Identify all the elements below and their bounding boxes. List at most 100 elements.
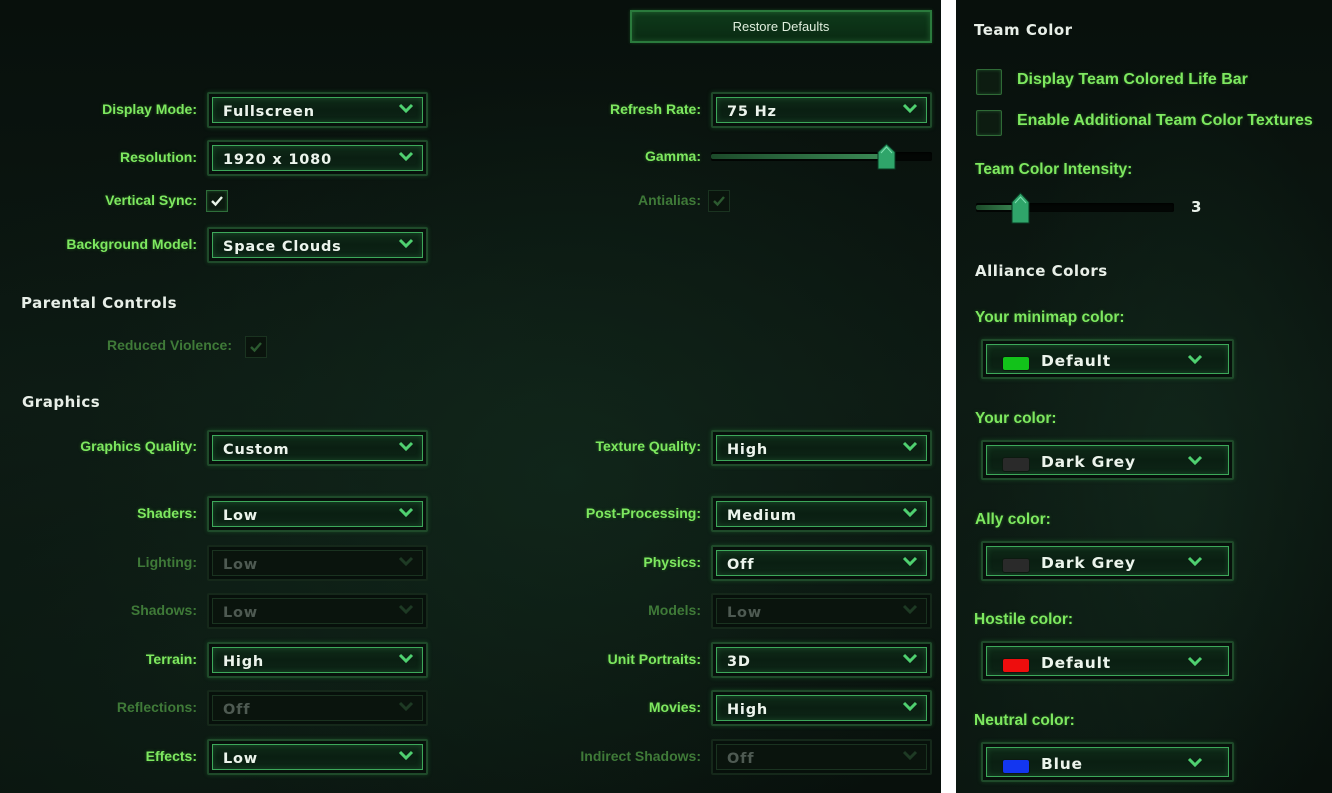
your-color-dropdown[interactable]: Dark Grey — [981, 440, 1234, 480]
team-color-intensity-track[interactable] — [976, 203, 1174, 212]
shadows-value: Low — [223, 605, 258, 621]
unit-portraits-dropdown[interactable]: 3D — [711, 642, 932, 678]
resolution-dropdown[interactable]: 1920 x 1080 — [207, 140, 428, 176]
reflections-dropdown: Off — [207, 690, 428, 726]
models-value: Low — [727, 605, 762, 621]
refresh-rate-label: Refresh Rate: — [609, 101, 701, 117]
reflections-value: Off — [223, 702, 251, 718]
restore-defaults-button[interactable]: Restore Defaults — [630, 10, 932, 43]
team-color-intensity-thumb[interactable] — [1011, 192, 1030, 224]
color-swatch — [1002, 759, 1030, 774]
graphics-quality-value: Custom — [223, 442, 290, 458]
shaders-dropdown[interactable]: Low — [207, 496, 428, 532]
team-color-textures-label: Enable Additional Team Color Textures — [1017, 112, 1313, 129]
refresh-rate-dropdown[interactable]: 75 Hz — [711, 92, 932, 128]
shadows-label: Shadows: — [130, 602, 197, 618]
chevron-down-icon — [902, 103, 918, 114]
post-processing-value: Medium — [727, 508, 797, 524]
indirect-shadows-value: Off — [727, 751, 755, 767]
background-model-dropdown[interactable]: Space Clouds — [207, 227, 428, 263]
gamma-slider-thumb[interactable] — [877, 143, 896, 170]
lighting-value: Low — [223, 557, 258, 573]
unit-portraits-label: Unit Portraits: — [607, 651, 701, 667]
chevron-down-icon — [398, 103, 414, 114]
post-processing-label: Post-Processing: — [585, 505, 701, 521]
display-mode-label: Display Mode: — [102, 101, 197, 117]
ally-color-value: Dark Grey — [1041, 554, 1136, 572]
texture-quality-dropdown[interactable]: High — [711, 430, 932, 466]
reduced-violence-checkbox — [245, 336, 267, 358]
graphics-heading: Graphics — [22, 393, 101, 411]
physics-value: Off — [727, 557, 755, 573]
team-colored-life-bar-label: Display Team Colored Life Bar — [1017, 71, 1248, 88]
chevron-down-icon — [398, 507, 414, 518]
shadows-dropdown: Low — [207, 593, 428, 629]
post-processing-dropdown[interactable]: Medium — [711, 496, 932, 532]
hostile-color-label: Hostile color: — [974, 611, 1074, 628]
team-color-intensity-value: 3 — [1191, 198, 1202, 216]
reflections-label: Reflections: — [116, 699, 197, 715]
minimap-color-value: Default — [1041, 352, 1111, 370]
minimap-color-dropdown[interactable]: Default — [981, 339, 1234, 379]
chevron-down-icon — [398, 701, 414, 712]
resolution-label: Resolution: — [120, 149, 197, 165]
chevron-down-icon — [398, 238, 414, 249]
chevron-down-icon — [902, 604, 918, 615]
indirect-shadows-label: Indirect Shadows: — [580, 748, 701, 764]
chevron-down-icon — [398, 441, 414, 452]
chevron-down-icon — [902, 653, 918, 664]
shaders-value: Low — [223, 508, 258, 524]
reduced-violence-label: Reduced Violence: — [106, 337, 232, 353]
unit-portraits-value: 3D — [727, 654, 751, 670]
chevron-down-icon — [1187, 354, 1203, 365]
color-swatch — [1002, 558, 1030, 573]
display-mode-dropdown[interactable]: Fullscreen — [207, 92, 428, 128]
checkmark-icon — [713, 196, 725, 207]
chevron-down-icon — [398, 750, 414, 761]
chevron-down-icon — [1187, 556, 1203, 567]
your-color-label: Your color: — [975, 410, 1057, 427]
neutral-color-dropdown[interactable]: Blue — [981, 742, 1234, 782]
texture-quality-label: Texture Quality: — [595, 438, 701, 454]
graphics-quality-dropdown[interactable]: Custom — [207, 430, 428, 466]
chevron-down-icon — [1187, 455, 1203, 466]
texture-quality-value: High — [727, 442, 769, 458]
effects-value: Low — [223, 751, 258, 767]
neutral-color-label: Neutral color: — [974, 712, 1075, 729]
display-mode-value: Fullscreen — [223, 104, 315, 120]
ally-color-dropdown[interactable]: Dark Grey — [981, 541, 1234, 581]
lighting-label: Lighting: — [137, 554, 197, 570]
chevron-down-icon — [398, 653, 414, 664]
effects-dropdown[interactable]: Low — [207, 739, 428, 775]
minimap-color-label: Your minimap color: — [975, 309, 1125, 326]
gamma-label: Gamma: — [644, 148, 701, 164]
team-color-textures-checkbox[interactable] — [976, 110, 1002, 136]
physics-dropdown[interactable]: Off — [711, 545, 932, 581]
terrain-value: High — [223, 654, 265, 670]
chevron-down-icon — [1187, 757, 1203, 768]
terrain-label: Terrain: — [145, 651, 197, 667]
ally-color-label: Ally color: — [975, 511, 1051, 528]
alliance-colors-heading: Alliance Colors — [975, 262, 1108, 280]
vertical-sync-label: Vertical Sync: — [105, 192, 197, 208]
chevron-down-icon — [398, 556, 414, 567]
lighting-dropdown: Low — [207, 545, 428, 581]
team-colored-life-bar-checkbox[interactable] — [976, 69, 1002, 95]
chevron-down-icon — [902, 750, 918, 761]
graphics-settings-panel: Restore Defaults Display Mode: Fullscree… — [0, 0, 941, 793]
team-color-heading: Team Color — [974, 21, 1073, 39]
color-swatch — [1002, 658, 1030, 673]
checkmark-icon — [211, 196, 223, 207]
movies-dropdown[interactable]: High — [711, 690, 932, 726]
terrain-dropdown[interactable]: High — [207, 642, 428, 678]
your-color-value: Dark Grey — [1041, 453, 1136, 471]
movies-value: High — [727, 702, 769, 718]
chevron-down-icon — [902, 441, 918, 452]
chevron-down-icon — [398, 604, 414, 615]
effects-label: Effects: — [145, 748, 197, 764]
checkmark-icon — [250, 342, 262, 353]
gamma-slider-track[interactable] — [711, 152, 932, 161]
vertical-sync-checkbox[interactable] — [206, 190, 228, 212]
hostile-color-dropdown[interactable]: Default — [981, 641, 1234, 681]
team-color-intensity-label: Team Color Intensity: — [975, 161, 1133, 178]
